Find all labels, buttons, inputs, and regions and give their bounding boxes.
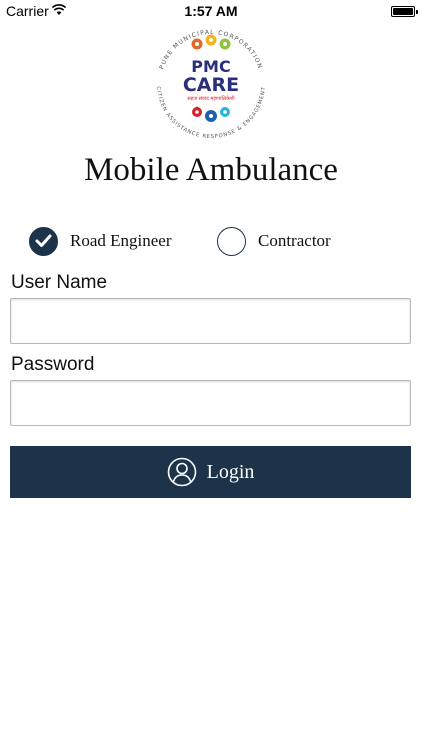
login-button[interactable]: Login: [10, 446, 411, 498]
role-contractor-label: Contractor: [258, 231, 331, 250]
login-button-label: Login: [206, 460, 255, 483]
status-time: 1:57 AM: [184, 3, 238, 19]
password-input[interactable]: [10, 380, 411, 426]
radio-checked-icon[interactable]: [29, 226, 58, 256]
radio-unchecked-icon[interactable]: [217, 226, 246, 256]
logo-tagline: सहज संवाद महापालिकेशी: [187, 95, 235, 102]
battery-icon: [391, 6, 418, 17]
username-input[interactable]: [10, 298, 411, 344]
status-bar: Carrier 1:57 AM: [0, 0, 422, 22]
user-icon: [167, 457, 196, 487]
role-contractor[interactable]: Contractor: [217, 226, 331, 256]
password-label: Password: [11, 354, 95, 375]
role-road-engineer-label: Road Engineer: [70, 231, 172, 250]
username-label: User Name: [11, 272, 108, 293]
role-road-engineer[interactable]: Road Engineer: [29, 226, 172, 256]
logo-line-2: CARE: [183, 74, 239, 96]
pmc-care-logo: PUNE MUNICIPAL CORPORATION CITIZEN ASSIS…: [155, 29, 266, 140]
app-title: Mobile Ambulance: [84, 152, 338, 188]
